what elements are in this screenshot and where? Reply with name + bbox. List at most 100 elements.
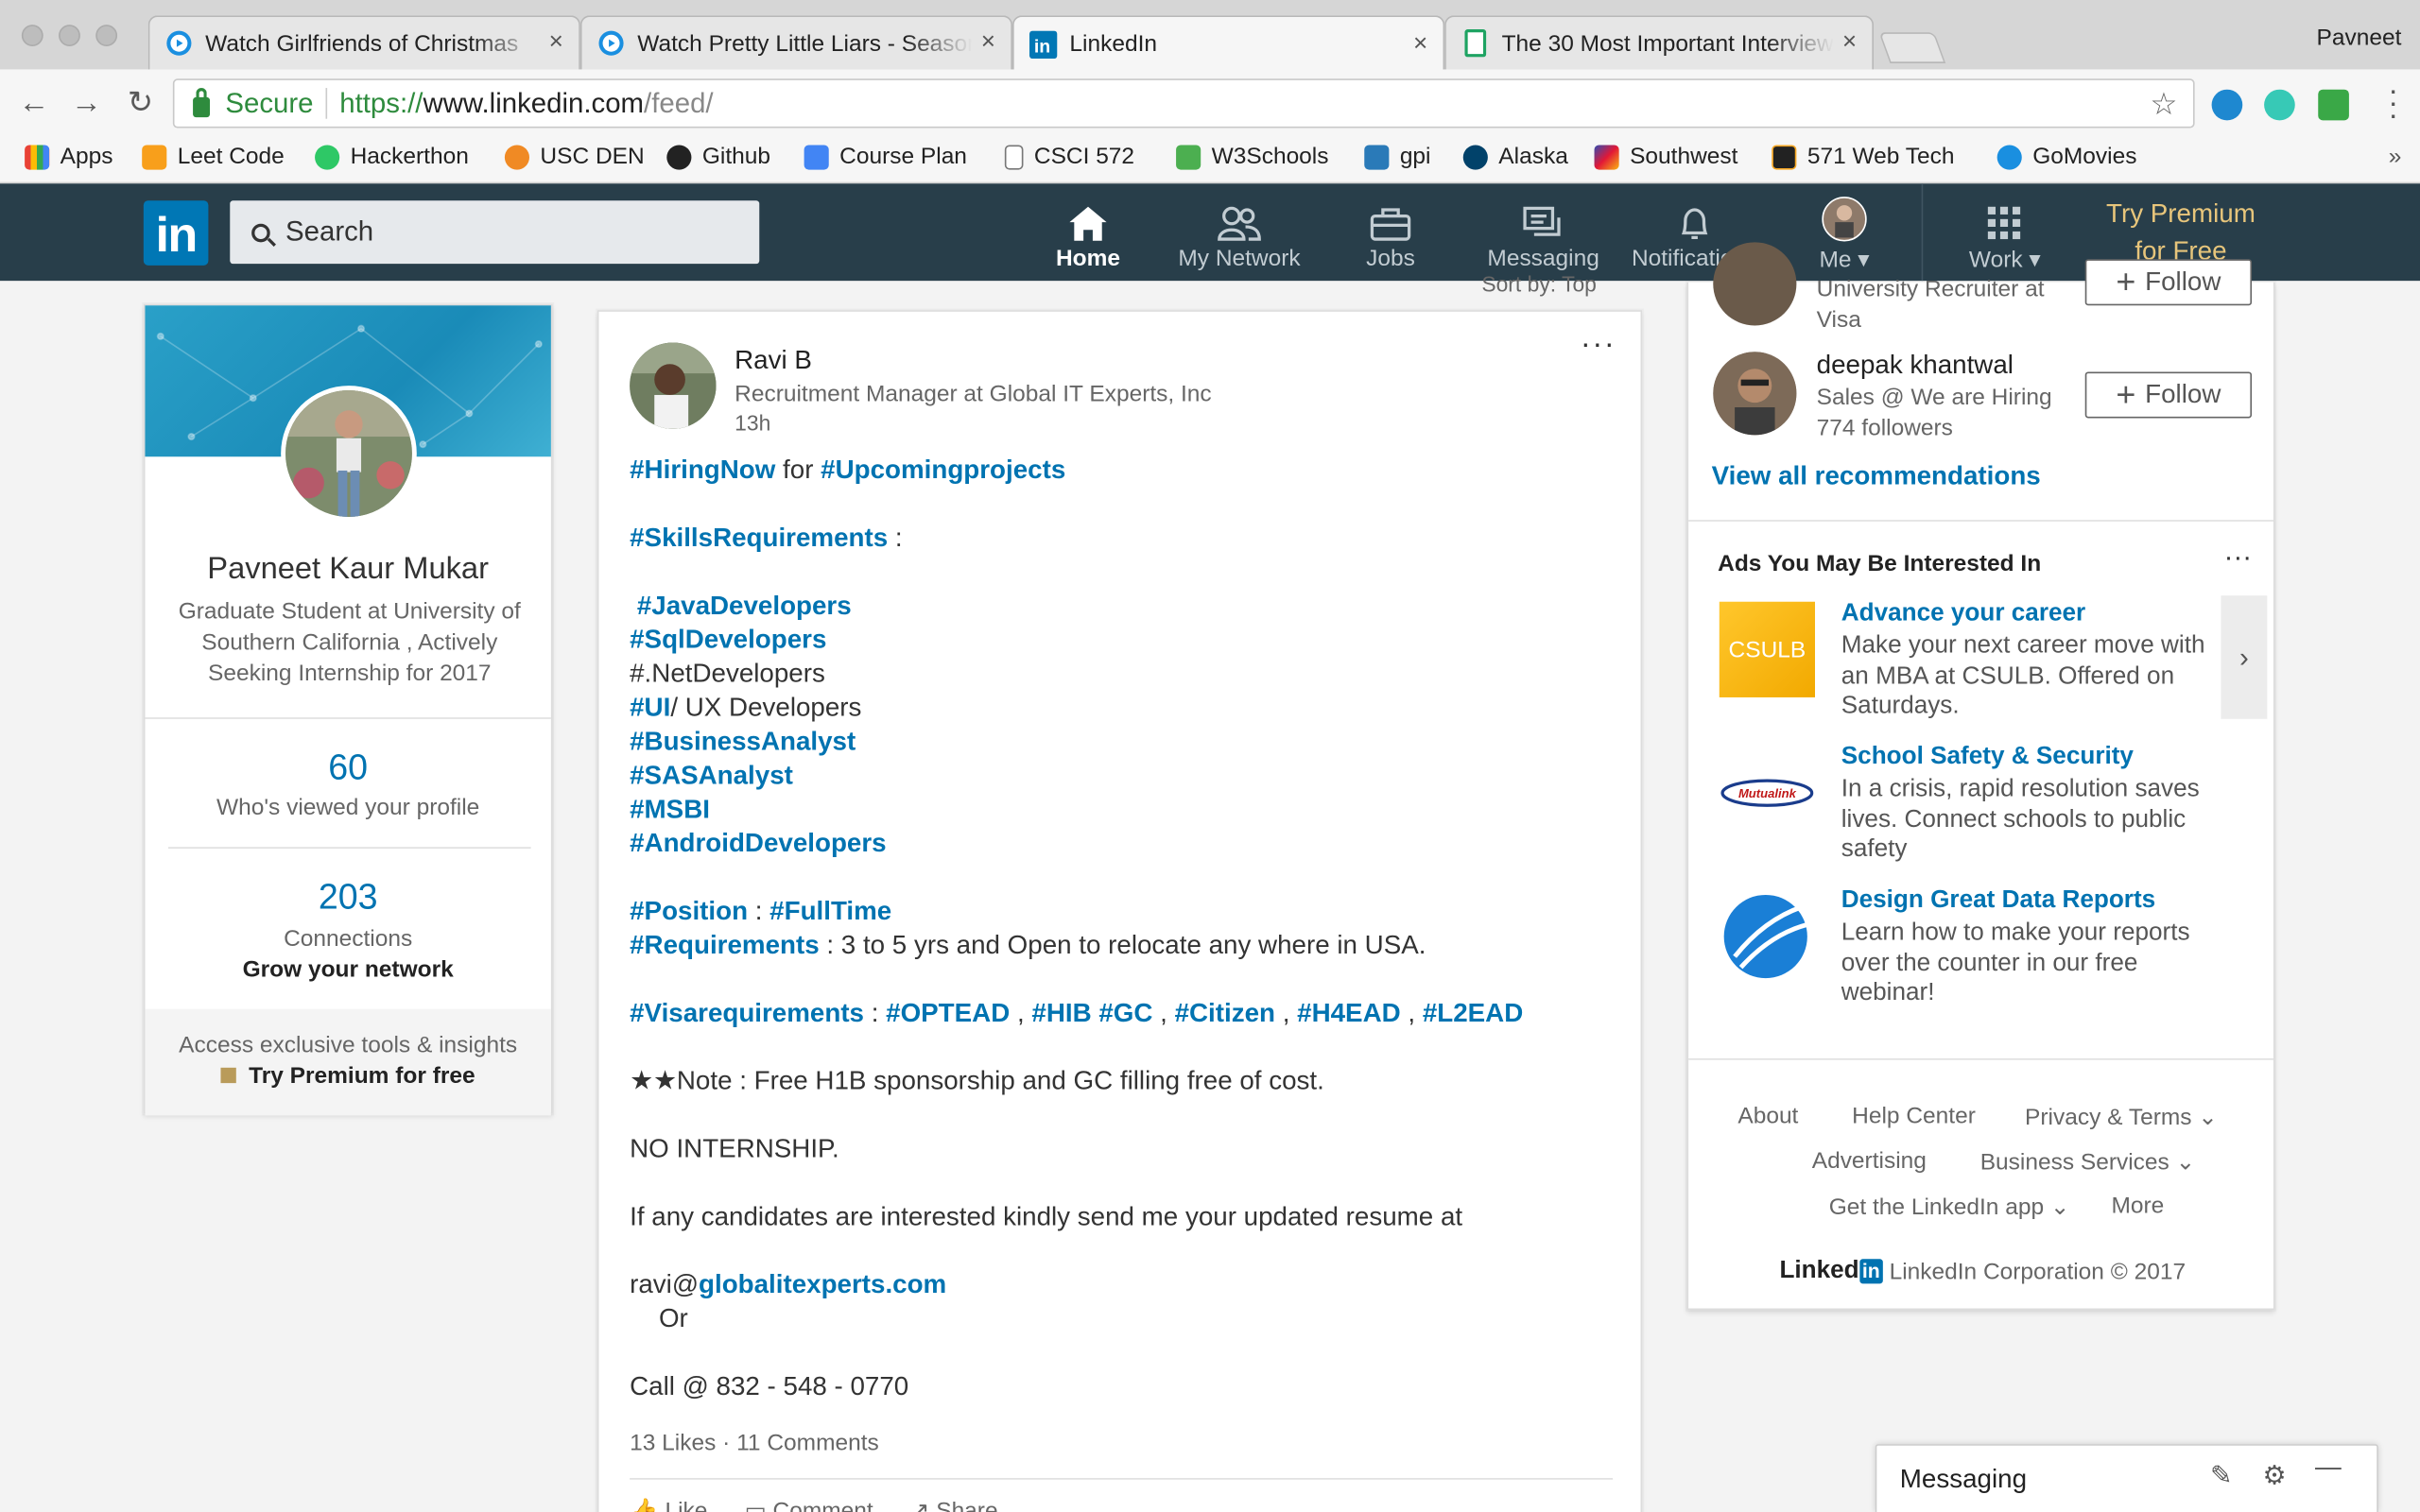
- nav-me[interactable]: Me ▾: [1806, 196, 1883, 273]
- bookmark-item[interactable]: USC DEN: [504, 144, 645, 170]
- nav-work[interactable]: Work ▾: [1957, 196, 2052, 273]
- bookmark-item[interactable]: 571 Web Tech: [1772, 144, 1955, 170]
- footer-link-advertising[interactable]: Advertising: [1812, 1148, 1927, 1175]
- premium-teaser[interactable]: Access exclusive tools & insights Try Pr…: [145, 1008, 551, 1116]
- extension-cors-icon[interactable]: [2318, 89, 2349, 121]
- hashtag-link[interactable]: #JavaDevelopers: [630, 591, 852, 620]
- hashtag-link[interactable]: #HIB: [1031, 998, 1091, 1027]
- browser-tab[interactable]: Watch Pretty Little Liars - Season ×: [579, 15, 1013, 70]
- tab-close-button[interactable]: ×: [1842, 29, 1857, 57]
- bookmark-item[interactable]: CSCI 572: [1004, 144, 1134, 170]
- hashtag-link[interactable]: #Upcomingprojects: [821, 455, 1065, 485]
- follow-button[interactable]: + Follow: [2084, 371, 2253, 419]
- nav-my-network[interactable]: My Network: [1173, 196, 1305, 271]
- nav-home[interactable]: Home: [1042, 196, 1134, 271]
- tab-close-button[interactable]: ×: [1413, 30, 1427, 58]
- ad-title[interactable]: Design Great Data Reports: [1841, 887, 2155, 915]
- bookmarks-overflow-button[interactable]: »: [2389, 144, 2402, 170]
- reload-icon[interactable]: ↻: [122, 85, 159, 122]
- footer-link-app[interactable]: Get the LinkedIn app ⌄: [1829, 1193, 2070, 1221]
- extension-m-icon[interactable]: [2264, 89, 2295, 121]
- address-bar[interactable]: Secure https://www.linkedin.com/feed/ ☆: [172, 78, 2195, 129]
- hashtag-link[interactable]: #FullTime: [769, 897, 891, 926]
- follow-button[interactable]: + Follow: [2084, 259, 2253, 306]
- hashtag-link[interactable]: #Citizen: [1175, 998, 1275, 1027]
- profile-photo[interactable]: [281, 386, 417, 522]
- hashtag-link[interactable]: #SqlDevelopers: [630, 625, 826, 654]
- connections-count[interactable]: 203: [145, 876, 550, 918]
- view-all-recommendations-link[interactable]: View all recommendations: [1712, 461, 2041, 492]
- recommendation-avatar[interactable]: [1713, 242, 1797, 326]
- profile-views-count[interactable]: 60: [145, 747, 550, 788]
- hashtag-link[interactable]: #MSBI: [630, 795, 710, 824]
- hashtag-link[interactable]: #Requirements: [630, 930, 820, 959]
- ad-title[interactable]: School Safety & Security: [1841, 744, 2134, 771]
- ad-logo-csulb[interactable]: CSULB: [1719, 601, 1815, 697]
- ads-options-button[interactable]: ···: [2224, 541, 2252, 574]
- browser-tab-active[interactable]: in LinkedIn ×: [1012, 15, 1445, 72]
- ad-description[interactable]: Learn how to make your reports over the …: [1841, 918, 2220, 1008]
- footer-link-more[interactable]: More: [2111, 1193, 2164, 1219]
- minimize-window-button[interactable]: [59, 25, 80, 46]
- search-input[interactable]: Search: [230, 200, 760, 265]
- messaging-overlay[interactable]: Messaging ✎ ⚙ —: [1875, 1444, 2378, 1512]
- post-options-button[interactable]: ···: [1581, 327, 1616, 363]
- compose-icon[interactable]: ✎: [2210, 1461, 2232, 1492]
- hashtag-link[interactable]: #Position: [630, 897, 748, 926]
- hashtag-link[interactable]: #BusinessAnalyst: [630, 727, 856, 756]
- profile-views-label[interactable]: Who's viewed your profile: [145, 795, 550, 821]
- recommendation-name[interactable]: deepak khantwal: [1817, 351, 2014, 382]
- hashtag-link[interactable]: #UI: [630, 693, 670, 722]
- tab-close-button[interactable]: ×: [981, 29, 995, 57]
- browser-profile-name[interactable]: Pavneet: [2317, 25, 2402, 51]
- connections-label[interactable]: Connections: [145, 926, 550, 953]
- likes-count[interactable]: 13 Likes: [630, 1430, 716, 1456]
- post-author-avatar[interactable]: [630, 342, 717, 429]
- new-tab-button[interactable]: [1878, 32, 1946, 63]
- ad-description[interactable]: In a crisis, rapid resolution saves live…: [1841, 775, 2220, 866]
- browser-tab[interactable]: Watch Girlfriends of Christmas ×: [147, 15, 580, 70]
- hashtag-link[interactable]: #AndroidDevelopers: [630, 829, 886, 858]
- ad-logo-mutualink[interactable]: Mutualink: [1720, 746, 1815, 841]
- like-button[interactable]: 👍 Like: [630, 1497, 707, 1512]
- hashtag-link[interactable]: #SkillsRequirements: [630, 523, 888, 552]
- try-premium-cta[interactable]: Try Premium for free: [145, 1063, 550, 1090]
- linkedin-logo[interactable]: in: [143, 200, 209, 266]
- bookmark-star-icon[interactable]: ☆: [2150, 85, 2177, 124]
- hashtag-link[interactable]: #L2EAD: [1423, 998, 1523, 1027]
- bookmark-item[interactable]: Alaska: [1462, 144, 1568, 170]
- share-button[interactable]: ↗ Share: [910, 1497, 998, 1512]
- recommendation-avatar[interactable]: [1713, 352, 1797, 436]
- profile-name[interactable]: Pavneet Kaur Mukar: [145, 552, 550, 588]
- comment-button[interactable]: ▭ Comment: [745, 1497, 873, 1512]
- feed-sort-control[interactable]: Sort by: Top: [1481, 271, 1597, 296]
- minimize-icon[interactable]: —: [2315, 1452, 2342, 1483]
- bookmark-item[interactable]: Southwest: [1594, 144, 1737, 170]
- ad-logo-data-reports[interactable]: [1720, 887, 1815, 983]
- bookmark-item[interactable]: gpi: [1364, 144, 1431, 170]
- hashtag-link[interactable]: #Visarequirements: [630, 998, 864, 1027]
- footer-link-business[interactable]: Business Services ⌄: [1980, 1148, 2195, 1176]
- tab-close-button[interactable]: ×: [549, 29, 563, 57]
- bookmark-item[interactable]: Apps: [25, 144, 113, 170]
- extension-search-icon[interactable]: [2211, 89, 2243, 121]
- bookmark-item[interactable]: Course Plan: [804, 144, 967, 170]
- maximize-window-button[interactable]: [95, 25, 118, 46]
- bookmark-item[interactable]: Leet Code: [142, 144, 285, 170]
- nav-messaging[interactable]: Messaging: [1481, 196, 1605, 271]
- hashtag-link[interactable]: #H4EAD: [1297, 998, 1401, 1027]
- ad-description[interactable]: Make your next career move with an MBA a…: [1841, 631, 2220, 722]
- hashtag-link[interactable]: globalitexperts.com: [699, 1270, 946, 1299]
- back-arrow-icon[interactable]: ←: [15, 85, 52, 122]
- ad-title[interactable]: Advance your career: [1841, 600, 2085, 627]
- bookmark-item[interactable]: GoMovies: [1996, 144, 2136, 170]
- hashtag-link[interactable]: #SASAnalyst: [630, 761, 793, 790]
- hashtag-link[interactable]: #HiringNow: [630, 455, 775, 485]
- gear-icon[interactable]: ⚙: [2262, 1461, 2286, 1492]
- bookmark-item[interactable]: Hackerthon: [315, 144, 469, 170]
- footer-link-about[interactable]: About: [1737, 1103, 1798, 1129]
- bookmark-item[interactable]: W3Schools: [1176, 144, 1329, 170]
- footer-link-help[interactable]: Help Center: [1852, 1103, 1976, 1129]
- comments-count[interactable]: 11 Comments: [736, 1430, 879, 1456]
- browser-menu-icon[interactable]: · · ·: [2388, 76, 2398, 131]
